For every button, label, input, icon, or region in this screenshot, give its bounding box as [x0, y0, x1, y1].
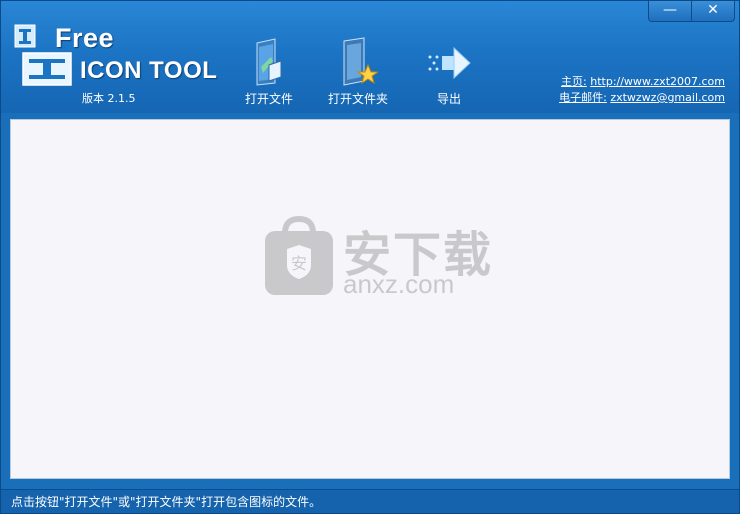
watermark-badge-text: 安: [291, 254, 307, 273]
homepage-row: 主页: http://www.zxt2007.com: [559, 74, 725, 90]
export-button[interactable]: 导出: [409, 37, 489, 109]
open-folder-button[interactable]: 打开文件夹: [318, 37, 398, 109]
open-file-icon: [256, 38, 282, 86]
export-arrow-icon: [428, 46, 471, 80]
watermark: 安 安下载 anxz.com: [263, 215, 493, 305]
version-label: 版本 2.1.5: [82, 92, 136, 105]
minimize-button[interactable]: —: [649, 1, 691, 21]
homepage-link[interactable]: http://www.zxt2007.com: [590, 75, 725, 88]
open-folder-label: 打开文件夹: [327, 92, 388, 106]
watermark-sub-text: anxz.com: [343, 269, 455, 299]
email-label: 电子邮件:: [559, 91, 607, 104]
app-logo: Free ICON TOOL: [13, 23, 223, 91]
window-controls: — ✕: [648, 1, 735, 22]
homepage-label: 主页:: [561, 75, 587, 88]
email-link[interactable]: zxtwzwz@gmail.com: [610, 91, 725, 104]
status-text: 点击按钮"打开文件"或"打开文件夹"打开包含图标的文件。: [11, 495, 322, 509]
logo-free-text: Free: [55, 23, 115, 53]
open-folder-icon: [343, 37, 378, 86]
status-bar: 点击按钮"打开文件"或"打开文件夹"打开包含图标的文件。: [1, 489, 739, 513]
open-file-label: 打开文件: [244, 92, 293, 106]
app-window: — ✕ Free ICON TOOL 版本 2.1.5 打开文件 打开文件夹 导…: [0, 0, 740, 514]
email-row: 电子邮件: zxtwzwz@gmail.com: [559, 90, 725, 106]
icon-list-area[interactable]: 安 安下载 anxz.com: [10, 119, 730, 479]
export-label: 导出: [436, 92, 461, 106]
open-file-button[interactable]: 打开文件: [229, 37, 309, 109]
watermark-bag-icon: 安: [265, 215, 333, 295]
header-bar: — ✕ Free ICON TOOL 版本 2.1.5 打开文件 打开文件夹 导…: [1, 1, 739, 113]
contact-links: 主页: http://www.zxt2007.com 电子邮件: zxtwzwz…: [559, 74, 725, 106]
logo-icon-tool-text: ICON TOOL: [80, 57, 218, 84]
close-button[interactable]: ✕: [691, 1, 734, 21]
